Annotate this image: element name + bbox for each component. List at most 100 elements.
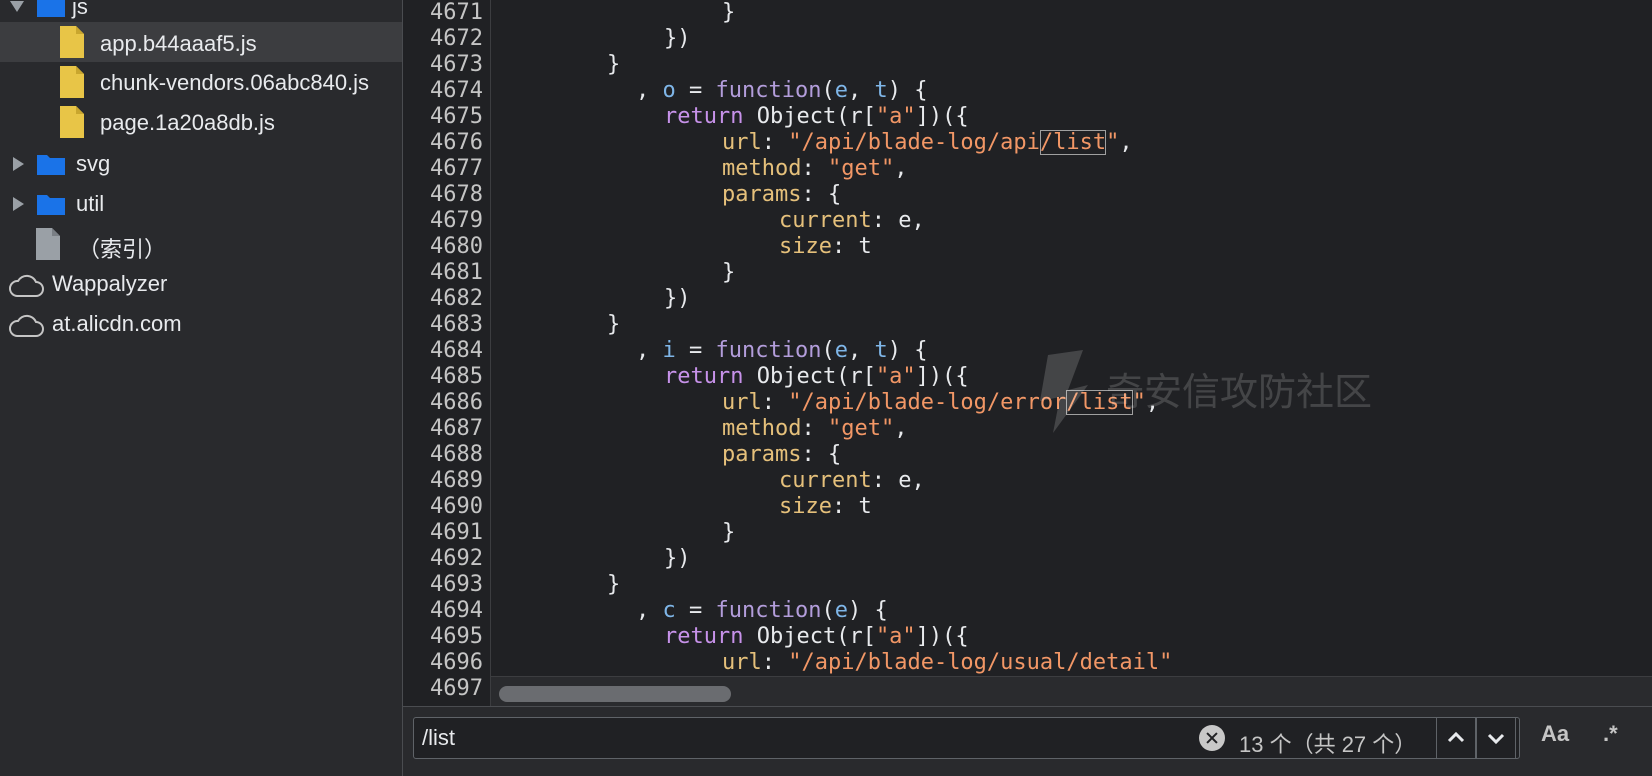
code-line: }	[607, 572, 621, 597]
line-number-gutter: 4671 4672 4673 4674 4675 4676 4677 4678 4679 4680…	[403, 0, 491, 706]
line-number[interactable]: 4687	[403, 416, 483, 442]
tree-item-label: svg	[76, 151, 111, 176]
file-navigator: js app.b44aaaf5.js chunk-vendors.06abc84…	[0, 0, 403, 776]
tree-item-label: chunk-vendors.06abc840.js	[100, 70, 370, 95]
code-line: }	[607, 312, 621, 337]
line-number[interactable]: 4675	[403, 104, 483, 130]
chevron-up-icon	[1447, 731, 1465, 743]
line-number[interactable]: 4689	[403, 468, 483, 494]
chevron-right-icon[interactable]	[13, 157, 24, 171]
code-line: , c = function(e) {	[636, 598, 888, 623]
tree-item-page-js[interactable]: page.1a20a8db.js	[0, 102, 402, 142]
cloud-icon	[9, 274, 44, 297]
line-number[interactable]: 4672	[403, 26, 483, 52]
line-number[interactable]: 4676	[403, 130, 483, 156]
tree-item-label: page.1a20a8db.js	[100, 110, 275, 135]
line-number[interactable]: 4691	[403, 520, 483, 546]
code-line: return Object(r["a"])({	[664, 104, 969, 129]
line-number[interactable]: 4690	[403, 494, 483, 520]
folder-icon	[37, 0, 65, 17]
tree-item-app-js[interactable]: app.b44aaaf5.js	[0, 22, 402, 62]
search-input[interactable]	[422, 724, 1122, 752]
regex-button[interactable]: .*	[1603, 721, 1618, 747]
code-line: }	[722, 520, 736, 545]
folder-icon	[37, 195, 65, 215]
code-line: })	[664, 546, 691, 571]
chevron-down-icon[interactable]	[10, 1, 24, 12]
line-number[interactable]: 4697	[403, 676, 483, 702]
next-match-button[interactable]	[1476, 717, 1516, 759]
code-line: current: e,	[779, 468, 925, 493]
line-number[interactable]: 4695	[403, 624, 483, 650]
line-number[interactable]: 4674	[403, 78, 483, 104]
line-number[interactable]: 4673	[403, 52, 483, 78]
code-line: })	[664, 286, 691, 311]
document-icon	[36, 228, 60, 260]
devtools-sources-panel: js app.b44aaaf5.js chunk-vendors.06abc84…	[0, 0, 1652, 776]
code-line: , i = function(e, t) {	[636, 338, 928, 363]
code-line: params: {	[722, 442, 842, 467]
tree-item-util-folder[interactable]: util	[0, 184, 402, 224]
chevron-right-icon[interactable]	[13, 197, 24, 211]
tree-item-alicdn[interactable]: at.alicdn.com	[0, 304, 402, 344]
code-line: , o = function(e, t) {	[636, 78, 928, 103]
code-line: }	[722, 260, 736, 285]
line-number[interactable]: 4681	[403, 260, 483, 286]
line-number[interactable]: 4686	[403, 390, 483, 416]
line-number[interactable]: 4679	[403, 208, 483, 234]
js-file-icon	[60, 26, 84, 58]
tree-item-wappalyzer[interactable]: Wappalyzer	[0, 264, 402, 304]
code-line: size: t	[779, 494, 872, 519]
tree-item-svg-folder[interactable]: svg	[0, 144, 402, 184]
line-number[interactable]: 4682	[403, 286, 483, 312]
line-number[interactable]: 4688	[403, 442, 483, 468]
code-editor[interactable]: 4671 4672 4673 4674 4675 4676 4677 4678 4679 4680…	[403, 0, 1652, 706]
tree-item-label: Wappalyzer	[52, 271, 168, 296]
code-line: return Object(r["a"])({	[664, 624, 969, 649]
search-box[interactable]: 13 个（共 27 个）	[413, 717, 1520, 759]
previous-match-button[interactable]	[1436, 717, 1476, 759]
tree-item-label: （索引）	[78, 237, 167, 262]
code-line: }	[607, 52, 621, 77]
line-number[interactable]: 4683	[403, 312, 483, 338]
tree-item-chunk-vendors-js[interactable]: chunk-vendors.06abc840.js	[0, 62, 402, 102]
line-number[interactable]: 4677	[403, 156, 483, 182]
horizontal-scrollbar[interactable]	[491, 676, 1652, 706]
line-number[interactable]: 4694	[403, 598, 483, 624]
line-number[interactable]: 4685	[403, 364, 483, 390]
code-line: method: "get",	[722, 416, 908, 441]
line-number[interactable]: 4693	[403, 572, 483, 598]
tree-item-label: util	[76, 191, 105, 216]
tree-item-index[interactable]: （索引）	[0, 224, 402, 264]
code-line: url: "/api/blade-log/api/list",	[722, 130, 1133, 155]
tree-item-label: app.b44aaaf5.js	[100, 31, 257, 56]
line-number[interactable]: 4696	[403, 650, 483, 676]
cloud-icon	[9, 314, 44, 337]
search-match-highlight: /list	[1066, 390, 1133, 415]
code-line: }	[722, 0, 736, 25]
line-number[interactable]: 4671	[403, 0, 483, 26]
tree-item-label: js	[72, 0, 88, 19]
code-line: params: {	[722, 182, 842, 207]
code-line: current: e,	[779, 208, 925, 233]
folder-icon	[37, 155, 65, 175]
match-count: 13 个（共 27 个）	[1239, 732, 1417, 757]
line-number[interactable]: 4680	[403, 234, 483, 260]
code-area[interactable]: } }) } , o = function(e, t) { return Obj…	[491, 0, 1652, 676]
code-line: return Object(r["a"])({	[664, 364, 969, 389]
line-number[interactable]: 4678	[403, 182, 483, 208]
js-file-icon	[60, 66, 84, 98]
scrollbar-thumb[interactable]	[499, 686, 731, 702]
clear-search-icon[interactable]	[1199, 725, 1225, 751]
code-line: size: t	[779, 234, 872, 259]
match-case-button[interactable]: Aa	[1541, 721, 1569, 747]
code-line: method: "get",	[722, 156, 908, 181]
code-line: url: "/api/blade-log/error/list",	[722, 390, 1160, 415]
search-bar: 13 个（共 27 个） Aa .*	[403, 706, 1652, 776]
js-file-icon	[60, 106, 84, 138]
chevron-down-icon	[1487, 733, 1505, 745]
line-number[interactable]: 4684	[403, 338, 483, 364]
code-line: })	[664, 26, 691, 51]
tree-item-label: at.alicdn.com	[52, 311, 182, 336]
line-number[interactable]: 4692	[403, 546, 483, 572]
